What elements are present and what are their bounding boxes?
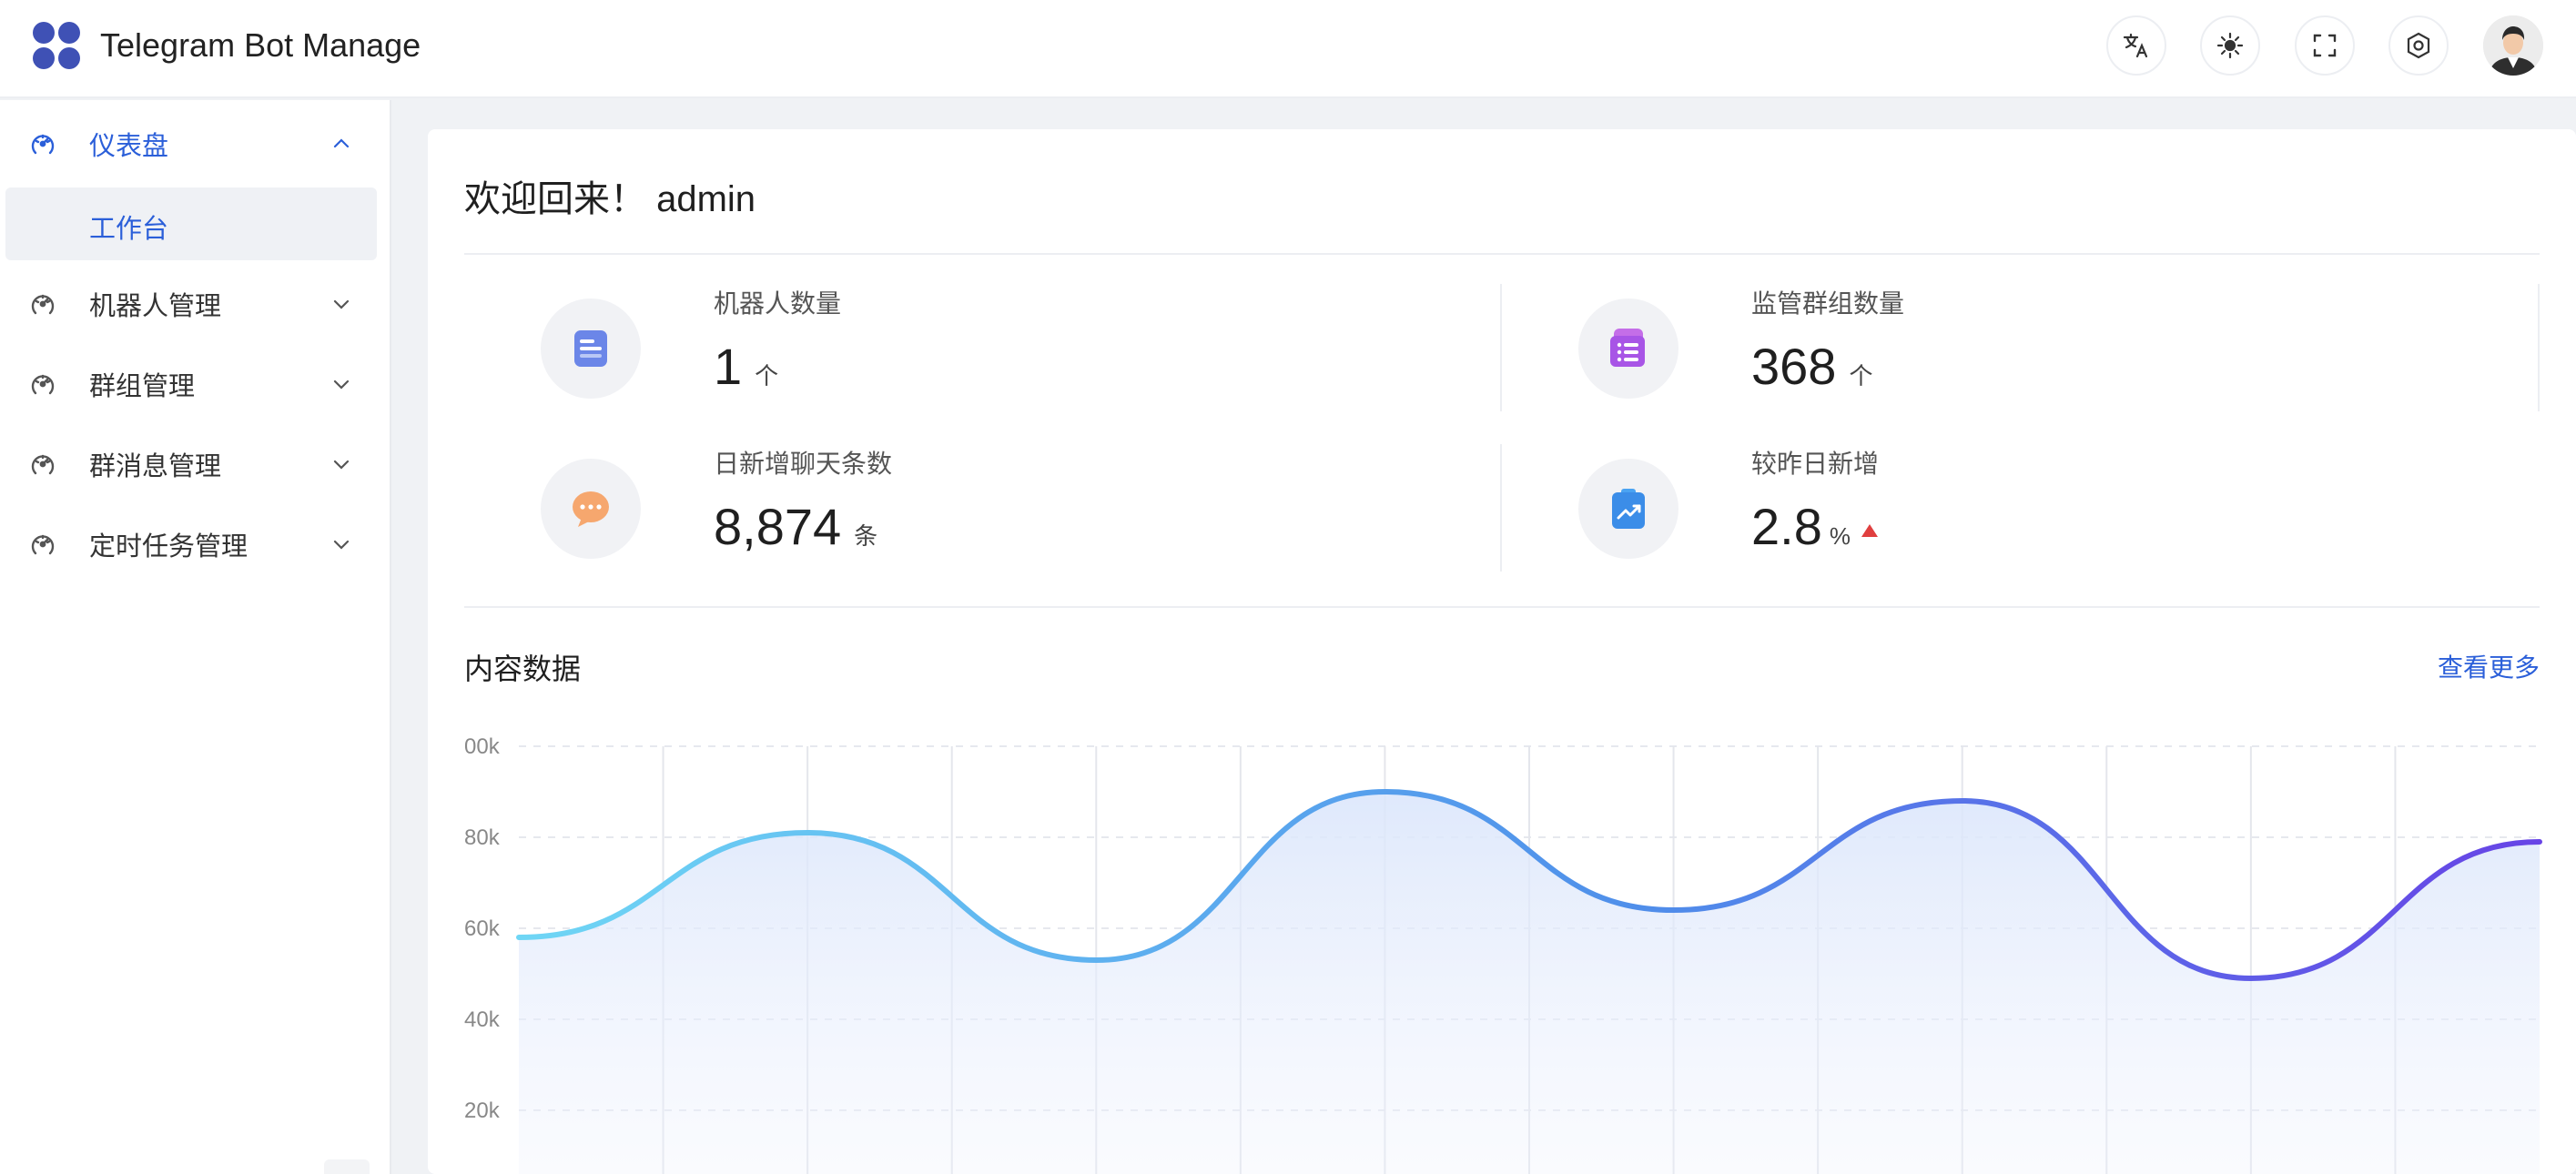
app-title: Telegram Bot Manage bbox=[100, 26, 421, 64]
content-data-chart: 00k 80k 60k 40k 20k bbox=[464, 734, 2547, 1174]
y-tick-label: 00k bbox=[464, 734, 501, 759]
divider bbox=[464, 606, 2540, 608]
chart-data-point[interactable] bbox=[2244, 971, 2258, 986]
sidebar-item-label: 群消息管理 bbox=[89, 452, 222, 481]
sidebar-collapse-handle[interactable] bbox=[324, 1159, 370, 1174]
stat-label: 监管群组数量 bbox=[1751, 289, 1905, 318]
fullscreen-icon bbox=[2313, 34, 2337, 57]
view-more-link[interactable]: 查看更多 bbox=[2438, 648, 2540, 684]
stat-value: 1 bbox=[714, 338, 743, 395]
chart-data-point[interactable] bbox=[2532, 835, 2547, 849]
sidebar-item-scheduled-tasks[interactable]: 定时任务管理 bbox=[0, 510, 382, 579]
growth-chart-icon bbox=[1612, 489, 1645, 529]
section-title: 内容数据 bbox=[464, 653, 582, 685]
chart-data-point[interactable] bbox=[1667, 903, 1681, 917]
stat-label: 日新增聊天条数 bbox=[714, 450, 893, 478]
user-avatar[interactable] bbox=[2483, 15, 2543, 76]
chevron-down-icon bbox=[333, 460, 350, 470]
user-avatar-icon bbox=[2483, 15, 2543, 76]
sidebar-item-group-messages[interactable]: 群消息管理 bbox=[0, 430, 382, 499]
dashboard-icon bbox=[31, 374, 55, 395]
settings-icon bbox=[2407, 32, 2430, 59]
y-tick-label: 60k bbox=[464, 916, 501, 941]
stat-value-line: 1个 bbox=[714, 335, 778, 408]
stat-value-line: 8,874 条 bbox=[714, 495, 877, 568]
stat-icon-wrap bbox=[1578, 299, 1678, 399]
stat-card-bots: 机器人数量 1个 bbox=[464, 284, 1465, 439]
stat-label: 较昨日新增 bbox=[1751, 450, 1880, 478]
chart-data-point[interactable] bbox=[1089, 953, 1103, 967]
y-tick-label: 40k bbox=[464, 1007, 501, 1032]
stat-value: 2.8 bbox=[1751, 498, 1822, 555]
stat-card-growth: 较昨日新增 2.8% bbox=[1502, 444, 2503, 599]
welcome-heading: 欢迎回来！ admin bbox=[464, 179, 756, 219]
sidebar-item-groups[interactable]: 群组管理 bbox=[0, 349, 382, 419]
chart-data-point[interactable] bbox=[1377, 784, 1392, 799]
sidebar-subitem-workbench[interactable]: 工作台 bbox=[5, 187, 377, 260]
sidebar-item-label: 机器人管理 bbox=[89, 292, 222, 321]
stat-icon-wrap bbox=[541, 299, 641, 399]
top-header: Telegram Bot Manage bbox=[0, 0, 2576, 98]
translate-icon bbox=[2123, 33, 2148, 58]
sidebar-item-label: 群组管理 bbox=[89, 372, 196, 401]
theme-sun-icon bbox=[2216, 32, 2244, 59]
dashboard-icon bbox=[31, 294, 55, 315]
stat-value: 8,874 bbox=[714, 498, 842, 555]
app-logo-icon[interactable] bbox=[31, 20, 82, 71]
stat-unit: 条 bbox=[854, 522, 878, 550]
theme-toggle-button[interactable] bbox=[2200, 15, 2260, 76]
chevron-down-icon bbox=[333, 540, 350, 550]
fullscreen-button[interactable] bbox=[2295, 15, 2355, 76]
dashboard-icon bbox=[31, 454, 55, 475]
trend-up-icon bbox=[1861, 524, 1878, 538]
stat-unit: 个 bbox=[1849, 362, 1873, 390]
dashboard-icon bbox=[31, 534, 55, 555]
sidebar-item-label: 仪表盘 bbox=[89, 132, 169, 161]
sidebar-subitem-label: 工作台 bbox=[89, 215, 169, 244]
document-icon bbox=[574, 330, 607, 367]
sidebar: 仪表盘 工作台 机器人管理 群组管理 群消息管理 定时任务管理 bbox=[0, 100, 391, 1174]
chart-data-point[interactable] bbox=[512, 930, 526, 945]
divider bbox=[2538, 284, 2540, 411]
stat-unit: 个 bbox=[755, 362, 779, 390]
chevron-up-icon bbox=[333, 138, 350, 148]
chart-data-point[interactable] bbox=[1955, 794, 1970, 808]
stat-value-line: 368 个 bbox=[1751, 335, 1872, 408]
sidebar-item-bots[interactable]: 机器人管理 bbox=[0, 269, 382, 339]
stat-value: 368 bbox=[1751, 338, 1837, 395]
translate-button[interactable] bbox=[2106, 15, 2166, 76]
divider bbox=[464, 253, 2540, 255]
sidebar-item-label: 定时任务管理 bbox=[89, 532, 248, 562]
sidebar-item-dashboard[interactable]: 仪表盘 bbox=[0, 109, 382, 178]
group-list-icon bbox=[1610, 329, 1645, 367]
stat-icon-wrap bbox=[541, 459, 641, 559]
stat-label: 机器人数量 bbox=[714, 289, 842, 318]
stat-value-line: 2.8% bbox=[1751, 495, 1878, 568]
stat-card-groups: 监管群组数量 368 个 bbox=[1502, 284, 2503, 439]
chart-data-point[interactable] bbox=[800, 825, 815, 840]
stat-card-daily-messages: 日新增聊天条数 8,874 条 bbox=[464, 444, 1465, 599]
chat-bubble-icon bbox=[573, 491, 609, 527]
dashboard-icon bbox=[31, 134, 55, 155]
stat-unit: % bbox=[1829, 522, 1851, 550]
y-tick-label: 80k bbox=[464, 825, 501, 850]
stat-icon-wrap bbox=[1578, 459, 1678, 559]
chevron-down-icon bbox=[333, 299, 350, 309]
settings-button[interactable] bbox=[2388, 15, 2449, 76]
y-tick-label: 20k bbox=[464, 1098, 501, 1123]
chevron-down-icon bbox=[333, 380, 350, 390]
